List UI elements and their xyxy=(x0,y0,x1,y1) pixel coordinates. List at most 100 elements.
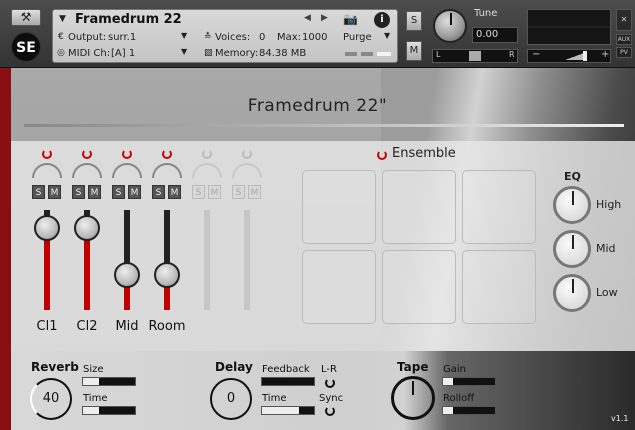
solo-button[interactable]: S xyxy=(406,11,422,31)
pan-left-label: L xyxy=(436,50,441,59)
tape-gain-fill xyxy=(443,378,454,385)
tape-knob[interactable] xyxy=(391,376,435,420)
output-value[interactable]: surr.1 xyxy=(108,32,136,43)
delay-knob[interactable]: 0 xyxy=(210,378,252,420)
output-label: Output: xyxy=(68,32,107,43)
channel-mute-button[interactable]: M xyxy=(128,185,141,199)
brand-sidebar xyxy=(0,68,11,430)
version-label: v1.1 xyxy=(611,414,629,423)
delay-time-slider[interactable] xyxy=(261,406,315,415)
collapse-arrow-icon[interactable]: ▼ xyxy=(59,14,66,24)
wrench-icon[interactable]: ⚒ xyxy=(11,9,41,26)
page-title: Framedrum 22" xyxy=(247,96,388,116)
channel-solo-button[interactable]: S xyxy=(72,185,85,199)
eq-band-label: Low xyxy=(596,286,618,299)
eq-high-knob[interactable] xyxy=(553,186,591,224)
eq-mid-knob[interactable] xyxy=(553,230,591,268)
delay-lr-power-icon[interactable] xyxy=(325,378,335,388)
channel-fader[interactable] xyxy=(124,210,130,310)
ensemble-pad[interactable] xyxy=(462,250,536,324)
memory-icon: ▨ xyxy=(204,48,213,58)
info-icon[interactable]: i xyxy=(374,12,390,28)
delay-lr-label: L-R xyxy=(321,364,337,375)
channel-power-icon[interactable] xyxy=(121,148,133,160)
channel-mute-button[interactable]: M xyxy=(248,185,261,199)
channel-solo-button[interactable]: S xyxy=(152,185,165,199)
tune-value[interactable]: 0.00 xyxy=(472,27,518,43)
channel-power-icon[interactable] xyxy=(41,148,53,160)
channel-mute-button[interactable]: M xyxy=(88,185,101,199)
mute-button[interactable]: M xyxy=(406,41,422,61)
camera-icon[interactable]: 📷 xyxy=(343,12,358,26)
reverb-label: Reverb xyxy=(31,360,79,374)
tape-gain-slider[interactable] xyxy=(442,377,496,386)
instrument-name[interactable]: Framedrum 22 xyxy=(75,12,182,27)
channel-fader[interactable] xyxy=(244,210,250,310)
channel-fader-thumb[interactable] xyxy=(74,215,100,241)
volume-minus-label: − xyxy=(532,49,541,60)
ensemble-pad[interactable] xyxy=(462,170,536,244)
delay-sync-label: Sync xyxy=(319,393,344,404)
channel-power-icon[interactable] xyxy=(241,148,253,160)
channel-mute-button[interactable]: M xyxy=(208,185,221,199)
channel-power-icon[interactable] xyxy=(161,148,173,160)
prev-instrument-icon[interactable]: ◀ xyxy=(304,13,311,23)
tape-rolloff-label: Rolloff xyxy=(443,393,475,404)
eq-low-knob[interactable] xyxy=(553,274,591,312)
midi-dropdown-icon[interactable]: ▼ xyxy=(181,47,187,56)
channel-solo-button[interactable]: S xyxy=(112,185,125,199)
delay-label: Delay xyxy=(215,360,253,374)
midi-label: MIDI Ch: xyxy=(68,48,111,59)
aux-button[interactable]: AUX xyxy=(616,34,632,45)
channel-mute-button[interactable]: M xyxy=(168,185,181,199)
delay-value: 0 xyxy=(226,391,236,406)
ensemble-pad[interactable] xyxy=(302,170,376,244)
max-voices-value[interactable]: 1000 xyxy=(302,32,327,43)
volume-slider[interactable]: − + xyxy=(527,49,611,63)
ensemble-pad[interactable] xyxy=(302,250,376,324)
reverb-time-slider[interactable] xyxy=(82,406,136,415)
purge-meter-1 xyxy=(345,52,357,56)
reverb-value: 40 xyxy=(42,391,60,406)
channel-fader-thumb[interactable] xyxy=(34,215,60,241)
pan-right-label: R xyxy=(509,50,515,59)
channel-mute-button[interactable]: M xyxy=(48,185,61,199)
channel-solo-button[interactable]: S xyxy=(192,185,205,199)
eq-band-label: Mid xyxy=(596,242,616,255)
delay-sync-power-icon[interactable] xyxy=(325,406,335,416)
ensemble-pad[interactable] xyxy=(382,250,456,324)
channel-fader[interactable] xyxy=(204,210,210,310)
channel-power-icon[interactable] xyxy=(201,148,213,160)
pan-slider[interactable]: L R xyxy=(432,49,518,63)
ensemble-pad[interactable] xyxy=(382,170,456,244)
pv-button[interactable]: PV xyxy=(616,47,632,58)
reverb-time-fill xyxy=(83,407,99,414)
ensemble-power-icon[interactable] xyxy=(376,149,388,161)
purge-dropdown-icon[interactable]: ▼ xyxy=(384,31,390,40)
level-meter xyxy=(527,9,611,45)
reverb-size-slider[interactable] xyxy=(82,377,136,386)
channel-power-icon[interactable] xyxy=(81,148,93,160)
tape-rolloff-slider[interactable] xyxy=(442,406,496,415)
channel-fader-thumb[interactable] xyxy=(114,262,140,288)
memory-label: Memory: xyxy=(215,48,259,59)
output-icon: € xyxy=(58,32,64,42)
midi-value[interactable]: [A] 1 xyxy=(111,48,135,59)
close-icon[interactable]: ✕ xyxy=(616,9,632,31)
purge-button[interactable]: Purge xyxy=(343,32,372,43)
volume-thumb[interactable] xyxy=(583,51,587,61)
tune-knob[interactable] xyxy=(433,9,467,43)
channel-solo-button[interactable]: S xyxy=(232,185,245,199)
reverb-knob[interactable]: 40 xyxy=(30,378,72,420)
channel-solo-button[interactable]: S xyxy=(32,185,45,199)
delay-feedback-slider[interactable] xyxy=(261,377,315,386)
reverb-time-label: Time xyxy=(83,393,108,404)
channel-fader-thumb[interactable] xyxy=(154,262,180,288)
output-dropdown-icon[interactable]: ▼ xyxy=(181,31,187,40)
next-instrument-icon[interactable]: ▶ xyxy=(321,13,328,23)
tape-knob-pointer xyxy=(412,381,414,395)
pan-thumb[interactable] xyxy=(469,51,481,61)
instrument-info-panel: ▼ Framedrum 22 ◀ ▶ 📷 i € Output: surr.1 … xyxy=(52,9,398,63)
channel-fader[interactable] xyxy=(164,210,170,310)
volume-plus-label: + xyxy=(601,49,610,60)
